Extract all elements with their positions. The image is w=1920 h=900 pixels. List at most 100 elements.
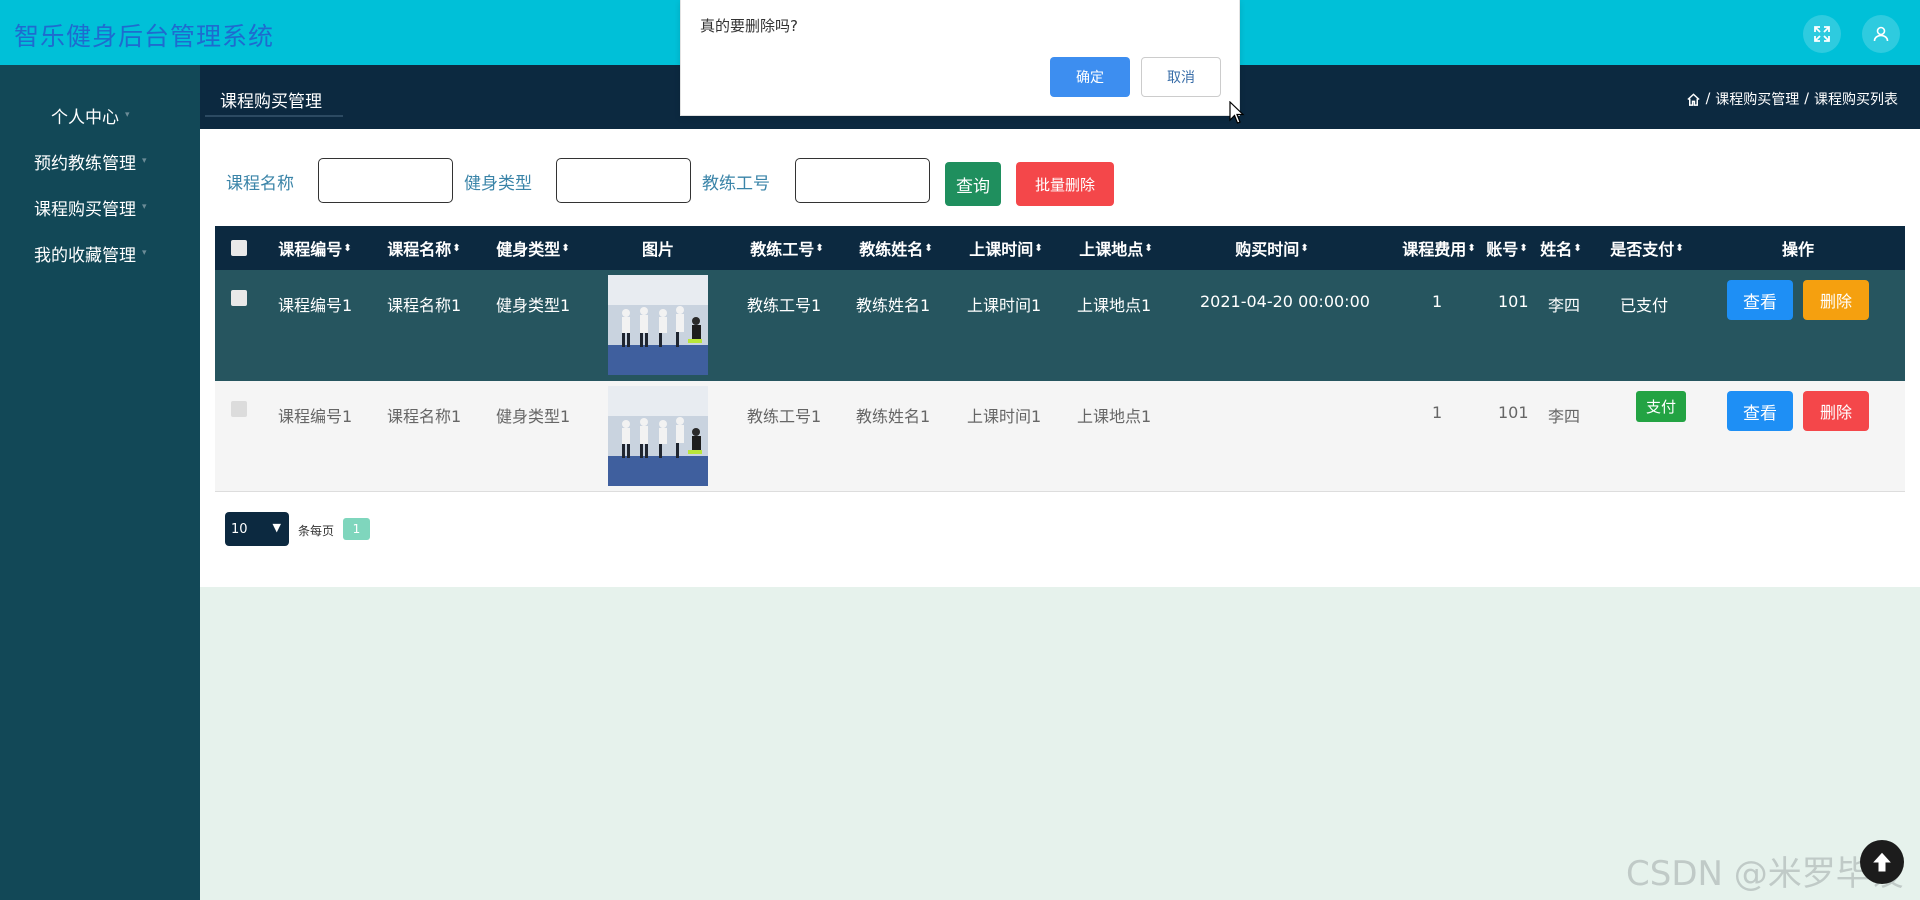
- cell-class-time: 上课时间1: [967, 407, 1042, 426]
- column-header-label: 课程费用: [1402, 240, 1467, 259]
- col-account[interactable]: 账号 ⬍: [1482, 226, 1532, 270]
- sort-icon[interactable]: ⬍: [1519, 243, 1527, 254]
- cell-course-no: 课程编号1: [278, 296, 353, 315]
- sort-icon[interactable]: ⬍: [1034, 243, 1042, 254]
- paid-status: 已支付: [1620, 296, 1669, 315]
- cell-course-name: 课程名称1: [387, 296, 462, 315]
- column-header-label: 教练姓名: [859, 240, 924, 259]
- column-header-label: 购买时间: [1235, 240, 1300, 259]
- page-number-button[interactable]: 1: [343, 518, 370, 540]
- cell-name: 李四: [1548, 296, 1581, 315]
- breadcrumb-separator: /: [1804, 91, 1809, 107]
- column-header-label: 课程名称: [387, 240, 452, 259]
- sort-icon[interactable]: ⬍: [561, 243, 569, 254]
- col-course-name[interactable]: 课程名称 ⬍: [384, 226, 464, 270]
- home-icon[interactable]: [1686, 92, 1701, 107]
- sort-icon[interactable]: ⬍: [924, 243, 932, 254]
- column-header-label: 是否支付: [1610, 240, 1675, 259]
- table-header: 课程编号 ⬍ 课程名称 ⬍ 健身类型 ⬍ 图片 教练工号 ⬍ 教练姓名 ⬍ 上课时间 ⬍ 上…: [215, 226, 1905, 270]
- coach-no-input[interactable]: [795, 158, 930, 203]
- sort-icon[interactable]: ⬍: [1573, 243, 1581, 254]
- sidebar-item-coach-booking[interactable]: 预约教练管理 ▾: [0, 138, 200, 184]
- col-fee[interactable]: 课程费用 ⬍: [1399, 226, 1479, 270]
- sidebar-item-label: 个人中心: [51, 107, 119, 128]
- col-class-place[interactable]: 上课地点 ⬍: [1076, 226, 1156, 270]
- per-page-label: 条每页: [298, 524, 335, 538]
- row-checkbox[interactable]: [231, 290, 247, 306]
- col-image: 图片: [628, 226, 688, 270]
- cell-fee: 1: [1432, 292, 1443, 311]
- col-name[interactable]: 姓名 ⬍: [1536, 226, 1586, 270]
- column-header-label: 图片: [641, 240, 674, 259]
- sidebar-item-course-purchase[interactable]: 课程购买管理 ▾: [0, 184, 200, 230]
- col-actions: 操作: [1768, 226, 1828, 270]
- fitness-type-input[interactable]: [556, 158, 691, 203]
- col-paid[interactable]: 是否支付 ⬍: [1602, 226, 1692, 270]
- sidebar-item-personal-center[interactable]: 个人中心 ▾: [0, 92, 200, 138]
- column-header-label: 健身类型: [496, 240, 561, 259]
- cell-class-place: 上课地点1: [1077, 296, 1152, 315]
- view-button[interactable]: 查看: [1727, 280, 1793, 320]
- row-checkbox[interactable]: [231, 401, 247, 417]
- sort-icon[interactable]: ⬍: [815, 243, 823, 254]
- fitness-type-label: 健身类型: [464, 174, 532, 194]
- user-icon[interactable]: [1862, 15, 1900, 53]
- pay-button[interactable]: 支付: [1636, 391, 1686, 422]
- cell-fitness-type: 健身类型1: [496, 407, 571, 426]
- breadcrumb-item: 课程购买列表: [1814, 92, 1898, 108]
- course-image: [608, 386, 708, 486]
- cell-account: 101: [1498, 403, 1529, 422]
- cell-class-place: 上课地点1: [1077, 407, 1152, 426]
- col-purchase-time[interactable]: 购买时间 ⬍: [1232, 226, 1312, 270]
- column-header-label: 操作: [1781, 240, 1814, 259]
- chevron-down-icon: ▾: [142, 156, 147, 166]
- course-name-label: 课程名称: [226, 174, 294, 194]
- col-course-no[interactable]: 课程编号 ⬍: [275, 226, 355, 270]
- cell-fitness-type: 健身类型1: [496, 296, 571, 315]
- col-coach-no[interactable]: 教练工号 ⬍: [747, 226, 827, 270]
- confirm-button[interactable]: 确定: [1050, 57, 1130, 97]
- cell-course-name: 课程名称1: [387, 407, 462, 426]
- cell-class-time: 上课时间1: [967, 296, 1042, 315]
- tab-course-purchase[interactable]: 课程购买管理: [220, 87, 322, 112]
- column-header-label: 姓名: [1540, 240, 1573, 259]
- course-name-input[interactable]: [318, 158, 453, 203]
- breadcrumb-item[interactable]: 课程购买管理: [1715, 89, 1799, 109]
- chevron-down-icon: ▾: [142, 248, 147, 258]
- sort-icon[interactable]: ⬍: [1467, 243, 1475, 254]
- sort-icon[interactable]: ⬍: [1675, 243, 1683, 254]
- chevron-down-icon: ▾: [142, 202, 147, 212]
- sort-icon[interactable]: ⬍: [1300, 243, 1308, 254]
- query-button[interactable]: 查询: [945, 162, 1001, 206]
- col-fitness-type[interactable]: 健身类型 ⬍: [493, 226, 573, 270]
- dialog-message: 真的要删除吗?: [700, 17, 798, 35]
- fullscreen-icon[interactable]: [1803, 15, 1841, 53]
- col-class-time[interactable]: 上课时间 ⬍: [966, 226, 1046, 270]
- breadcrumb: / 课程购买管理 / 课程购买列表: [1686, 89, 1898, 109]
- cancel-button[interactable]: 取消: [1141, 57, 1221, 97]
- select-all-checkbox[interactable]: [231, 240, 247, 256]
- arrow-up-icon: [1870, 851, 1894, 873]
- batch-delete-button[interactable]: 批量删除: [1016, 162, 1114, 206]
- column-header-label: 课程编号: [278, 240, 343, 259]
- chevron-down-icon: ▾: [125, 110, 130, 120]
- cell-name: 李四: [1548, 407, 1581, 426]
- delete-button[interactable]: 删除: [1803, 391, 1869, 431]
- sidebar-item-favorites[interactable]: 我的收藏管理 ▾: [0, 230, 200, 276]
- sidebar-item-label: 我的收藏管理: [34, 245, 136, 266]
- col-coach-name[interactable]: 教练姓名 ⬍: [856, 226, 936, 270]
- cell-purchase-time: 2021-04-20 00:00:00: [1200, 292, 1370, 311]
- delete-button[interactable]: 删除: [1803, 280, 1869, 320]
- sort-icon[interactable]: ⬍: [343, 243, 351, 254]
- sort-icon[interactable]: ⬍: [1144, 243, 1152, 254]
- chevron-down-icon: ▼: [272, 521, 281, 534]
- view-button[interactable]: 查看: [1727, 391, 1793, 431]
- sort-icon[interactable]: ⬍: [452, 243, 460, 254]
- back-to-top-button[interactable]: [1860, 840, 1904, 884]
- page-size-select[interactable]: 10 ▼: [225, 512, 289, 546]
- cell-coach-name: 教练姓名1: [856, 407, 931, 426]
- sidebar-item-label: 课程购买管理: [34, 199, 136, 220]
- page-size-value: 10: [231, 521, 248, 537]
- tab-underline: [205, 115, 343, 117]
- table-row: 课程编号1 课程名称1 健身类型1 教练工号1 教练姓名1 上课时间1 上课地点…: [215, 381, 1905, 492]
